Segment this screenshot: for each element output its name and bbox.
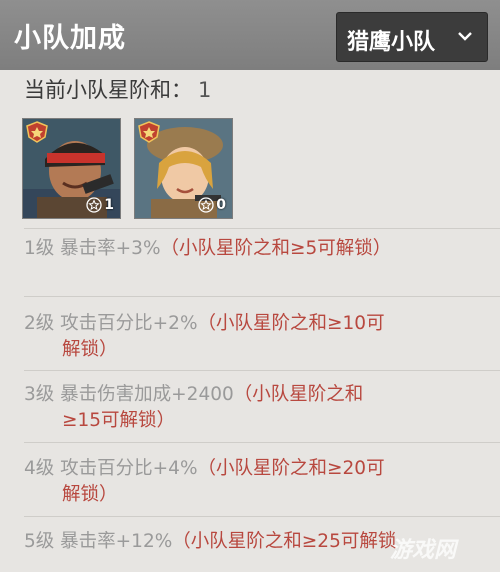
member-portrait[interactable]: 0 xyxy=(134,118,233,219)
divider xyxy=(24,442,500,443)
member-star-count: 0 xyxy=(216,197,226,213)
bonus-effect: 攻击百分比+4% xyxy=(60,458,198,479)
bonus-condition: （小队星阶之和≥5可解锁） xyxy=(160,238,392,259)
bonus-condition-cont: ≥15可解锁） xyxy=(62,410,176,431)
squad-select-value: 猎鹰小队 xyxy=(347,30,436,55)
divider xyxy=(24,228,500,229)
bonus-effect: 暴击率+12% xyxy=(60,531,173,552)
bonus-condition: （小队星阶之和≥25可解锁 xyxy=(172,531,397,552)
divider xyxy=(24,370,500,371)
bonus-effect: 暴击伤害加成+2400 xyxy=(60,384,234,405)
member-star-count: 1 xyxy=(104,197,114,213)
bonus-condition: （小队星阶之和≥20可 xyxy=(197,458,385,479)
star-sum-label: 当前小队星阶和： xyxy=(24,78,192,102)
bonus-level: 4级 xyxy=(24,458,55,479)
panel-title: 小队加成 xyxy=(14,23,126,54)
bonus-effect: 攻击百分比+2% xyxy=(60,313,198,334)
bonus-line-5: 5级 暴击率+12%（小队星阶之和≥25可解锁 xyxy=(24,525,396,558)
bonus-condition-cont: 解锁） xyxy=(62,484,118,505)
divider xyxy=(24,296,500,297)
member-star-badge: 0 xyxy=(198,196,226,214)
rank-emblem-icon xyxy=(138,121,160,143)
divider xyxy=(24,516,500,517)
bonus-level: 5级 xyxy=(24,531,55,552)
bonus-line-1: 1级 暴击率+3%（小队星阶之和≥5可解锁） xyxy=(24,232,391,265)
member-portrait[interactable]: 1 xyxy=(22,118,121,219)
panel-header: 小队加成 猎鹰小队 xyxy=(0,0,500,70)
member-portraits: 1 0 xyxy=(22,118,492,219)
chevron-down-icon xyxy=(458,32,472,41)
member-star-badge: 1 xyxy=(86,196,114,214)
star-outline-icon xyxy=(198,197,214,213)
bonus-level: 2级 xyxy=(24,313,55,334)
squad-select-dropdown[interactable]: 猎鹰小队 xyxy=(336,12,488,62)
star-sum-value: 1 xyxy=(198,78,212,102)
star-outline-icon xyxy=(86,197,102,213)
bonus-level: 3级 xyxy=(24,384,55,405)
bonus-condition: （小队星阶之和≥10可 xyxy=(197,313,385,334)
bonus-line-4-wrap: 解锁） xyxy=(62,478,118,511)
star-sum-row: 当前小队星阶和： 1 xyxy=(24,74,211,104)
bonus-effect: 暴击率+3% xyxy=(60,238,161,259)
bonus-line-3-wrap: ≥15可解锁） xyxy=(62,404,175,437)
bonus-line-2-wrap: 解锁） xyxy=(62,333,118,366)
watermark: 游戏网 xyxy=(389,538,456,563)
bonus-condition: （小队星阶之和 xyxy=(233,384,364,405)
bonus-level: 1级 xyxy=(24,238,55,259)
bonus-condition-cont: 解锁） xyxy=(62,339,118,360)
rank-emblem-icon xyxy=(26,121,48,143)
